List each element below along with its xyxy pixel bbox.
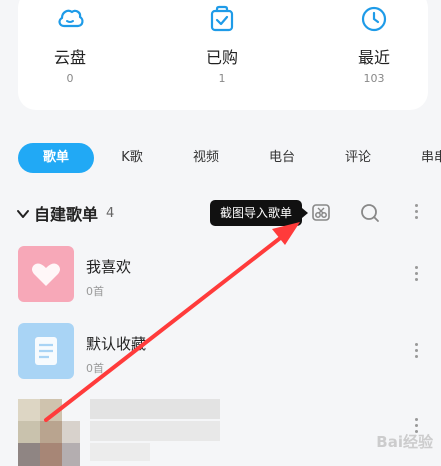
stat-label: 最近 [357, 48, 390, 67]
more-options-icon[interactable] [415, 343, 419, 361]
more-options-icon[interactable] [415, 266, 419, 284]
playlist-name: 默认收藏 [86, 335, 147, 353]
heart-icon [32, 263, 60, 286]
playlist-name: 我喜欢 [86, 258, 132, 276]
watermark: Bai经验 [376, 433, 433, 451]
clock-icon [359, 4, 389, 34]
stat-count: 1 [218, 72, 226, 85]
blurred-list-item [0, 395, 441, 466]
stat-count: 103 [363, 72, 385, 85]
screenshot-import-icon[interactable] [310, 201, 332, 223]
tab-more[interactable]: 串串 [410, 143, 441, 173]
chevron-down-icon [16, 206, 30, 220]
playlist-cover [18, 323, 74, 379]
section-title: 自建歌单 [34, 205, 99, 224]
tab-playlists[interactable]: 歌单 [18, 143, 94, 173]
category-tabs: 歌单 K歌 视频 电台 评论 串串 [0, 143, 441, 173]
tab-radio[interactable]: 电台 [258, 143, 306, 173]
section-count: 4 [106, 205, 115, 221]
tab-comments[interactable]: 评论 [334, 143, 382, 173]
stats-card: 云盘 0 已购 1 最近 103 [18, 0, 428, 110]
playlist-count: 0首 [86, 285, 104, 298]
playlist-count: 0首 [86, 362, 104, 375]
stat-label: 已购 [205, 48, 238, 67]
stat-label: 云盘 [53, 48, 86, 67]
section-header[interactable]: 自建歌单 4 [16, 201, 114, 225]
tab-videos[interactable]: 视频 [182, 143, 230, 173]
tab-karaoke[interactable]: K歌 [108, 143, 156, 173]
list-item[interactable]: 我喜欢 0首 [18, 246, 418, 304]
purchased-bag-icon [207, 4, 237, 34]
search-icon[interactable] [359, 202, 381, 224]
list-item[interactable]: 默认收藏 0首 [18, 323, 418, 381]
tooltip: 截图导入歌单 [210, 200, 308, 226]
document-icon [35, 337, 57, 365]
stat-count: 0 [66, 72, 74, 85]
more-options-icon[interactable] [415, 204, 419, 222]
playlist-cover [18, 246, 74, 302]
cloud-icon [55, 4, 85, 34]
